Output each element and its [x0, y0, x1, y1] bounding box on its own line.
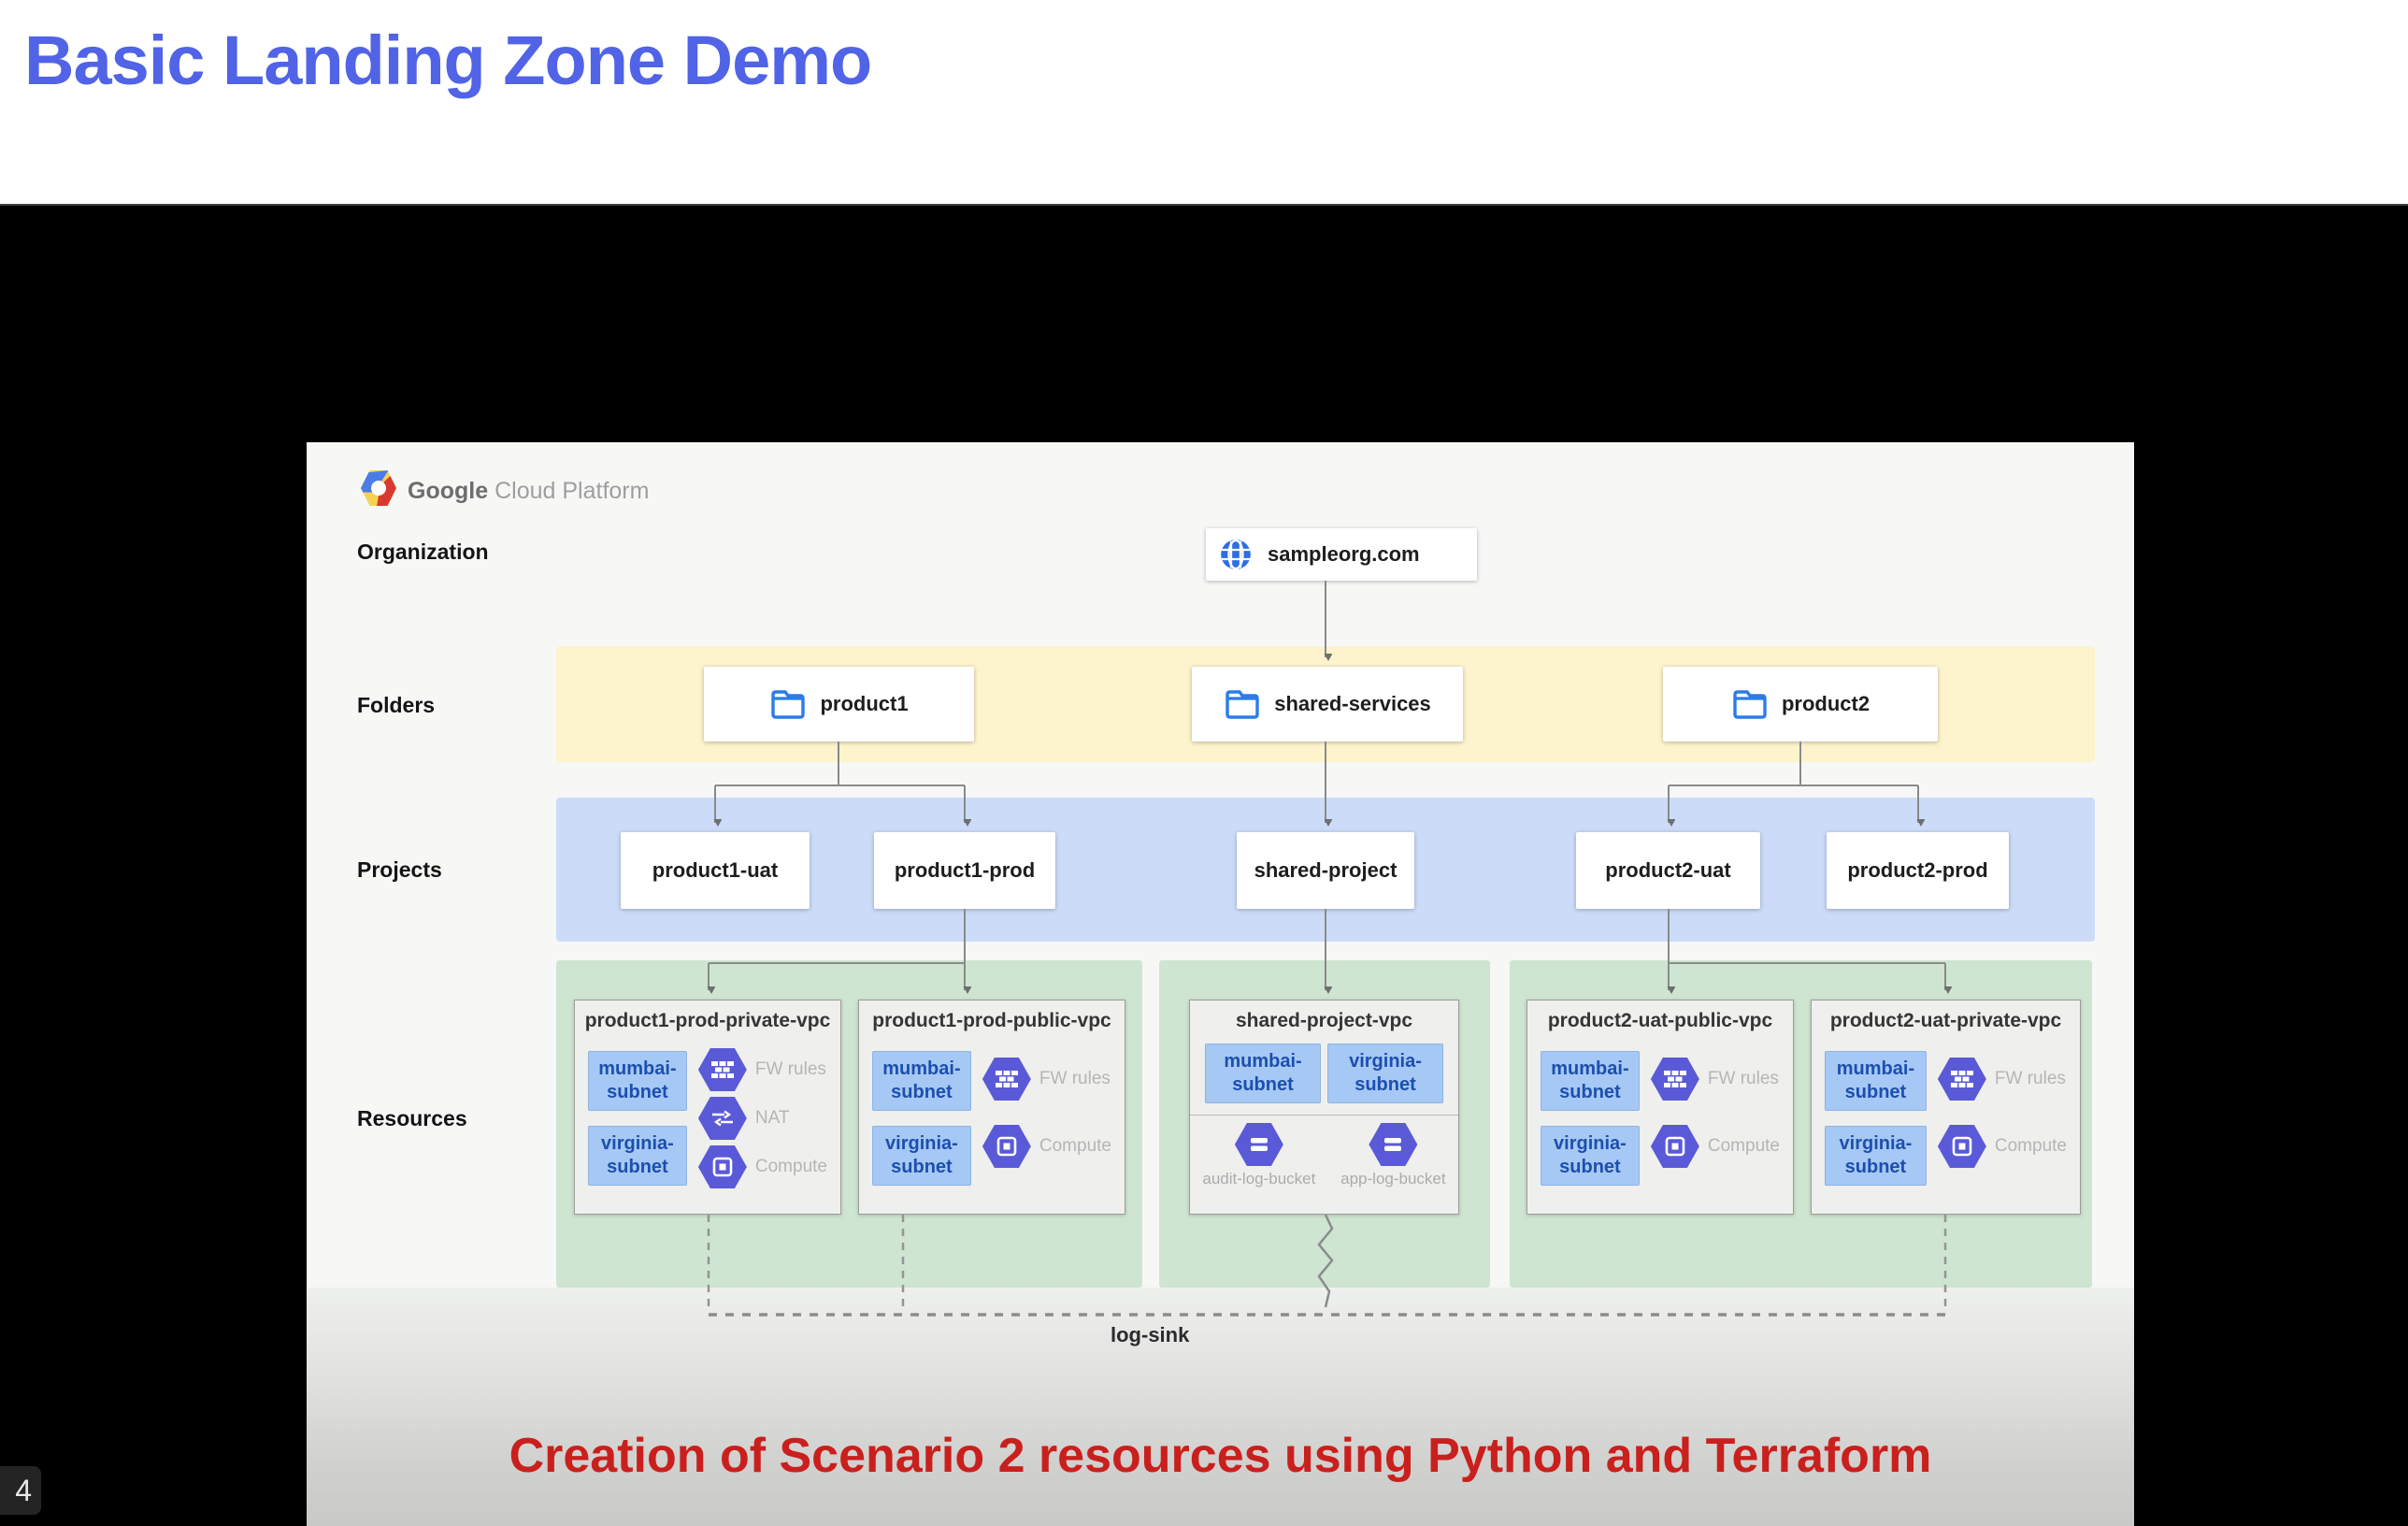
bucket-label: app-log-bucket [1340, 1170, 1445, 1188]
service-label: NAT [755, 1108, 790, 1129]
video-stage: GoogleCloud Platform Organization Folder… [0, 204, 2408, 1322]
folder-icon [1731, 687, 1769, 721]
log-bucket-icon [1369, 1123, 1417, 1166]
subnet-chip: virginia-subnet [1825, 1126, 1927, 1186]
vpc-node-product2-uat-private: product2-uat-private-vpc mumbai-subnet v… [1811, 1000, 2081, 1215]
project-label: shared-project [1254, 858, 1398, 883]
subnet-chip: mumbai-subnet [1205, 1044, 1321, 1103]
vpc-node-product2-uat-public: product2-uat-public-vpc mumbai-subnet vi… [1526, 1000, 1794, 1215]
folder-icon [769, 687, 807, 721]
bucket-label: audit-log-bucket [1202, 1170, 1315, 1188]
service-label: Compute [1708, 1136, 1780, 1157]
subnet-chip: mumbai-subnet [1825, 1051, 1927, 1111]
vpc-divider [1190, 1115, 1458, 1116]
vpc-node-product1-prod-private: product1-prod-private-vpc mumbai-subnet … [574, 1000, 841, 1215]
organization-name: sampleorg.com [1268, 542, 1420, 567]
brand-text: GoogleCloud Platform [408, 478, 649, 505]
folder-icon [1224, 687, 1261, 721]
project-node-product2-prod: product2-prod [1827, 832, 2009, 909]
subnet-chip: mumbai-subnet [1541, 1051, 1640, 1111]
firewall-rules-icon [698, 1048, 747, 1091]
page-number-badge: 4 [0, 1466, 41, 1515]
folder-label: product1 [820, 692, 908, 716]
subnet-chip: virginia-subnet [588, 1126, 687, 1186]
vpc-title: product2-uat-private-vpc [1812, 1010, 2080, 1032]
firewall-rules-icon [982, 1058, 1031, 1101]
gcp-logo-icon [361, 470, 396, 506]
card-bottom-shade [307, 1288, 2134, 1526]
subnet-chip: virginia-subnet [1327, 1044, 1443, 1103]
service-label: Compute [1039, 1136, 1111, 1157]
service-label: Compute [1995, 1136, 2067, 1157]
folder-label: product2 [1782, 692, 1870, 716]
vpc-node-shared-project: shared-project-vpc mumbai-subnet virgini… [1189, 1000, 1459, 1215]
subnet-chip: virginia-subnet [872, 1126, 971, 1186]
slide-caption: Creation of Scenario 2 resources using P… [307, 1428, 2134, 1484]
subnet-chip: mumbai-subnet [872, 1051, 971, 1111]
project-label: product1-prod [895, 858, 1035, 883]
service-label: Compute [755, 1157, 827, 1177]
slide-title: Basic Landing Zone Demo [24, 21, 871, 100]
compute-icon [698, 1145, 747, 1188]
brand-google: Google [408, 478, 488, 504]
project-node-product1-uat: product1-uat [621, 832, 810, 909]
log-sink-label: log-sink [1111, 1323, 1189, 1347]
vpc-title: product1-prod-public-vpc [859, 1010, 1125, 1032]
subnet-chip: virginia-subnet [1541, 1126, 1640, 1186]
compute-icon [982, 1125, 1031, 1168]
folder-node-product2: product2 [1663, 667, 1938, 741]
service-label: FW rules [1995, 1069, 2066, 1089]
row-label-projects: Projects [357, 857, 442, 883]
row-label-organization: Organization [357, 540, 489, 565]
folder-label: shared-services [1274, 692, 1431, 716]
project-node-product2-uat: product2-uat [1576, 832, 1760, 909]
service-label: FW rules [755, 1059, 826, 1080]
slide-header: Basic Landing Zone Demo [0, 0, 2408, 204]
row-label-resources: Resources [357, 1106, 467, 1131]
compute-icon [1938, 1125, 1986, 1168]
vpc-title: shared-project-vpc [1190, 1010, 1458, 1032]
project-node-product1-prod: product1-prod [874, 832, 1055, 909]
firewall-rules-icon [1938, 1058, 1986, 1101]
subnet-chip: mumbai-subnet [588, 1051, 687, 1111]
firewall-rules-icon [1651, 1058, 1699, 1101]
diagram-card: GoogleCloud Platform Organization Folder… [307, 442, 2134, 1526]
row-label-folders: Folders [357, 693, 435, 718]
service-label: FW rules [1039, 1069, 1111, 1089]
folder-node-shared-services: shared-services [1192, 667, 1463, 741]
vpc-title: product1-prod-private-vpc [575, 1010, 840, 1032]
folder-node-product1: product1 [704, 667, 974, 741]
organization-node: sampleorg.com [1206, 528, 1477, 581]
project-node-shared-project: shared-project [1237, 832, 1414, 909]
project-label: product1-uat [652, 858, 778, 883]
project-label: product2-prod [1847, 858, 1987, 883]
vpc-title: product2-uat-public-vpc [1527, 1010, 1793, 1032]
compute-icon [1651, 1125, 1699, 1168]
brand-cloud-platform: Cloud Platform [494, 478, 649, 504]
vpc-node-product1-prod-public: product1-prod-public-vpc mumbai-subnet v… [858, 1000, 1125, 1215]
nat-icon [698, 1097, 747, 1140]
project-label: product2-uat [1605, 858, 1730, 883]
service-label: FW rules [1708, 1069, 1779, 1089]
log-bucket-icon [1235, 1123, 1283, 1166]
globe-icon [1217, 536, 1254, 573]
